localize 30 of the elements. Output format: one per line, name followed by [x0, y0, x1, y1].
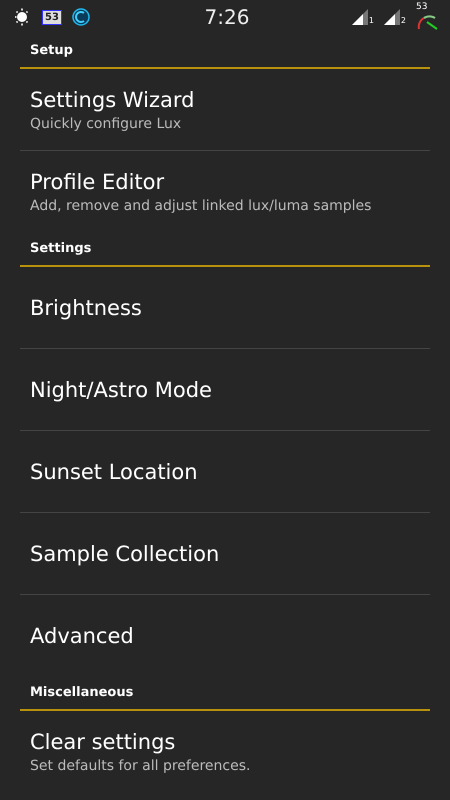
section-header: Setup — [20, 34, 430, 69]
preference-item[interactable]: Settings Wizard Quickly configure Lux — [20, 69, 430, 151]
preference-title: Advanced — [30, 622, 135, 650]
preference-title: Settings Wizard — [30, 86, 196, 114]
clock-time: 7:26 — [204, 5, 250, 29]
preference-title: Sunset Location — [30, 458, 199, 486]
preference-item[interactable]: Sunset Location — [20, 431, 430, 513]
sim-number: 1 — [368, 17, 374, 25]
preference-title: Sample Collection — [30, 540, 220, 568]
gauge-reading: 53 — [416, 2, 428, 12]
preference-title: Night/Astro Mode — [30, 376, 213, 404]
sim-number: 2 — [400, 17, 406, 25]
preference-title: Profile Editor — [30, 168, 166, 196]
preference-summary: Set defaults for all preferences. — [30, 756, 252, 776]
preference-item[interactable]: Sample Collection — [20, 513, 430, 595]
app-icon — [72, 8, 90, 26]
preference-item[interactable]: Clear settings Set defaults for all preferences. — [20, 711, 430, 792]
signal-icon — [352, 9, 368, 25]
preference-summary: Quickly configure Lux — [30, 114, 182, 134]
notification-badge: 53 — [42, 10, 62, 24]
preference-item[interactable]: Night/Astro Mode — [20, 349, 430, 431]
signal-icon — [384, 9, 400, 25]
preference-title: Brightness — [30, 294, 143, 322]
section-header: Settings — [20, 232, 430, 267]
section-header: Miscellaneous — [20, 676, 430, 711]
preference-item[interactable]: Brightness — [20, 267, 430, 349]
preference-item[interactable]: Advanced — [20, 595, 430, 676]
preference-title: Clear settings — [30, 728, 176, 756]
preference-item[interactable]: Profile Editor Add, remove and adjust linked lux/luma samples — [20, 151, 430, 232]
preference-summary: Add, remove and adjust linked lux/luma samples — [30, 196, 372, 216]
